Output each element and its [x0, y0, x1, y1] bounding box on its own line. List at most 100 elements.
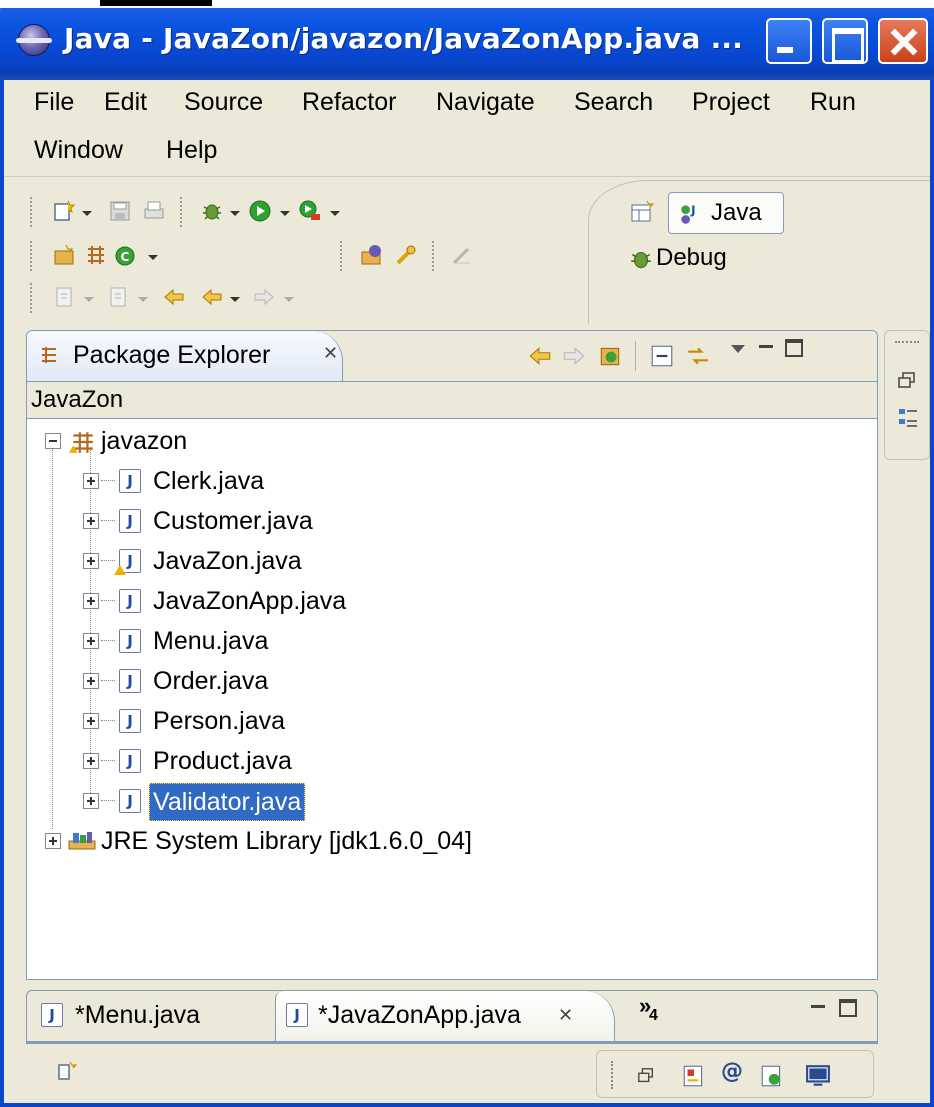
prev-annotation-icon[interactable]: [106, 285, 130, 309]
forward-nav-icon[interactable]: [561, 343, 587, 369]
java-file-glyph: J: [127, 672, 133, 690]
prev-annotation-dropdown-icon[interactable]: [138, 297, 148, 302]
maximize-view-icon[interactable]: [785, 339, 803, 357]
eclipse-icon: [16, 24, 52, 56]
restore-icon[interactable]: [637, 1067, 655, 1085]
tree-node-file[interactable]: J JavaZon.java: [27, 543, 447, 579]
menu-refactor[interactable]: Refactor: [302, 88, 396, 117]
package-explorer-view: Package Explorer ✕ JavaZon javazon J Cle…: [26, 330, 878, 980]
tree-connector: [101, 600, 115, 601]
menu-project[interactable]: Project: [692, 88, 770, 117]
new-icon[interactable]: [52, 199, 76, 223]
tree-node-file[interactable]: J JavaZonApp.java: [27, 583, 447, 619]
expand-toggle-icon[interactable]: [83, 473, 99, 489]
back-icon[interactable]: [200, 285, 224, 309]
back-nav-icon[interactable]: [527, 343, 553, 369]
open-type-icon[interactable]: [360, 243, 384, 267]
file-label: Order.java: [153, 667, 269, 695]
tab-javazonapp-java[interactable]: J *JavaZonApp.java ✕: [275, 991, 615, 1041]
close-button[interactable]: [878, 18, 928, 64]
expand-toggle-icon[interactable]: [83, 713, 99, 729]
menu-run[interactable]: Run: [810, 88, 856, 117]
collapse-toggle-icon[interactable]: [45, 433, 61, 449]
menu-navigate[interactable]: Navigate: [436, 88, 535, 117]
tree-node-file[interactable]: J Person.java: [27, 703, 447, 739]
external-tools-icon[interactable]: [298, 199, 322, 223]
show-view-icon[interactable]: [56, 1060, 78, 1082]
menu-window[interactable]: Window: [34, 136, 123, 165]
expand-toggle-icon[interactable]: [83, 673, 99, 689]
print-icon[interactable]: [142, 199, 166, 223]
search-tool-icon[interactable]: [394, 243, 418, 267]
expand-toggle-icon[interactable]: [83, 513, 99, 529]
forward-dropdown-icon[interactable]: [284, 297, 294, 302]
java-perspective-button[interactable]: J Java: [668, 192, 784, 234]
save-icon[interactable]: [108, 199, 132, 223]
new-class-icon[interactable]: C: [114, 243, 138, 267]
menu-help[interactable]: Help: [166, 136, 217, 165]
package-tree: javazon J Clerk.java J Customer.java J J…: [27, 419, 877, 979]
run-dropdown-icon[interactable]: [280, 211, 290, 216]
link-with-editor-icon[interactable]: [685, 343, 711, 369]
tree-node-package[interactable]: javazon: [27, 423, 327, 459]
menu-edit[interactable]: Edit: [104, 88, 147, 117]
minimize-editor-icon[interactable]: [811, 1005, 825, 1008]
maximize-editor-icon[interactable]: [839, 999, 857, 1017]
tree-node-library[interactable]: JRE System Library [jdk1.6.0_04]: [27, 823, 587, 859]
tree-node-file[interactable]: J Customer.java: [27, 503, 447, 539]
menu-search[interactable]: Search: [574, 88, 653, 117]
expand-toggle-icon[interactable]: [83, 553, 99, 569]
editor-tab-bar: J *Menu.java J *JavaZonApp.java ✕ » 4: [26, 990, 878, 1042]
minimize-button[interactable]: [766, 18, 812, 64]
tree-node-file[interactable]: J Product.java: [27, 743, 447, 779]
next-annotation-icon[interactable]: [52, 285, 76, 309]
tab-overflow[interactable]: » 4: [639, 993, 669, 1033]
close-view-icon[interactable]: ✕: [323, 343, 338, 364]
tree-node-file[interactable]: J Menu.java: [27, 623, 447, 659]
new-class-dropdown-icon[interactable]: [148, 255, 158, 260]
menu-file[interactable]: File: [34, 88, 74, 117]
menu-source[interactable]: Source: [184, 88, 263, 117]
close-tab-icon[interactable]: ✕: [558, 991, 573, 1039]
javadoc-icon[interactable]: @: [721, 1059, 743, 1084]
expand-toggle-icon[interactable]: [83, 593, 99, 609]
java-file-icon: J: [41, 1003, 63, 1027]
next-annotation-dropdown-icon[interactable]: [84, 297, 94, 302]
console-icon[interactable]: [805, 1063, 831, 1089]
new-package-icon[interactable]: [84, 243, 108, 267]
tree-node-file[interactable]: J Clerk.java: [27, 463, 447, 499]
menu-bar: File Edit Source Refactor Navigate Searc…: [4, 80, 930, 176]
bottom-fast-view-strip: @: [596, 1050, 874, 1098]
new-dropdown-icon[interactable]: [82, 211, 92, 216]
problems-icon[interactable]: [681, 1063, 707, 1089]
expand-toggle-icon[interactable]: [83, 793, 99, 809]
up-icon[interactable]: [597, 343, 623, 369]
tab-menu-java[interactable]: J *Menu.java: [33, 991, 273, 1041]
breadcrumb: JavaZon: [27, 381, 877, 419]
debug-icon[interactable]: [200, 199, 224, 223]
open-perspective-icon[interactable]: [630, 200, 654, 224]
expand-toggle-icon[interactable]: [83, 753, 99, 769]
new-java-project-icon[interactable]: [52, 243, 76, 267]
outline-icon[interactable]: [897, 407, 919, 431]
tree-node-file[interactable]: J Order.java: [27, 663, 447, 699]
debug-dropdown-icon[interactable]: [230, 211, 240, 216]
run-icon[interactable]: [248, 199, 272, 223]
toolbar-grip: [432, 241, 435, 271]
expand-toggle-icon[interactable]: [45, 833, 61, 849]
forward-icon[interactable]: [252, 285, 276, 309]
external-tools-dropdown-icon[interactable]: [330, 211, 340, 216]
tree-node-file-selected[interactable]: J Validator.java: [27, 783, 447, 821]
restore-icon[interactable]: [897, 371, 917, 391]
expand-toggle-icon[interactable]: [83, 633, 99, 649]
last-edit-icon[interactable]: [162, 285, 186, 309]
back-dropdown-icon[interactable]: [230, 297, 240, 302]
tab-package-explorer[interactable]: Package Explorer ✕: [27, 331, 343, 381]
minimize-view-icon[interactable]: [759, 345, 773, 348]
debug-perspective-button[interactable]: Debug: [626, 242, 786, 278]
maximize-button[interactable]: [822, 18, 868, 64]
pen-disabled-icon[interactable]: [450, 243, 474, 267]
declaration-icon[interactable]: [759, 1063, 785, 1089]
collapse-all-icon[interactable]: [649, 343, 675, 369]
view-menu-icon[interactable]: [731, 345, 745, 353]
